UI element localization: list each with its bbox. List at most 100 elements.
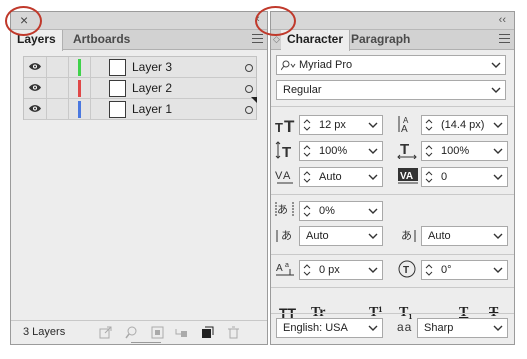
target-circle-icon[interactable] [245,64,253,72]
aki-right-value: Auto [428,230,451,242]
layer-color-bar [78,80,81,97]
rotation-icon: T [398,260,416,278]
svg-text:あ: あ [277,203,288,216]
column-divider [46,78,47,99]
vertical-scale-field[interactable]: 100% [299,141,383,161]
rotation-field[interactable]: 0° [421,260,508,280]
tsume-field[interactable]: 0% [299,201,383,221]
divider [271,287,514,288]
kerning-icon: VA [275,170,293,184]
layer-row[interactable]: Layer 2 [24,78,256,99]
visibility-eye-icon[interactable] [29,83,41,92]
font-style-value: Regular [283,84,322,96]
baseline-shift-field[interactable]: 0 px [299,260,383,280]
chevron-down-icon [368,325,378,331]
stepper-icon[interactable] [303,144,311,158]
tracking-field[interactable]: 0 [421,167,508,187]
column-divider [46,99,47,120]
layer-name[interactable]: Layer 3 [132,60,172,74]
baseline-shift-icon: Aa [276,262,294,276]
collapse-icon[interactable]: ‹‹ [499,14,506,26]
aki-right-select[interactable]: Auto [421,226,508,246]
tab-character[interactable]: Character [281,30,351,51]
font-style-select[interactable]: Regular [276,80,506,100]
stepper-icon[interactable] [303,118,311,132]
stepper-icon[interactable] [303,170,311,184]
kerning-field[interactable]: Auto [299,167,383,187]
column-divider [90,99,91,120]
panel-menu-icon[interactable] [252,34,263,43]
leading-icon: AA [398,116,409,133]
layer-count: 3 Layers [23,326,66,338]
layers-panel: × Layers Artboards Layer 3 Layer 2 Layer 1… [10,11,268,345]
svg-text:A: A [276,263,283,274]
chevron-down-icon [368,233,378,239]
antialias-value: Sharp [424,322,454,334]
column-divider [90,57,91,78]
chevron-down-icon [368,208,378,214]
clip-mask-icon[interactable] [151,326,164,339]
font-family-select[interactable]: Myriad Pro [276,55,506,75]
target-circle-icon[interactable] [245,85,253,93]
character-tabrow: ◇ Character Paragraph [271,30,514,51]
leading-value: (14.4 px) [441,119,485,131]
chevron-down-icon [493,174,503,180]
font-family-value: Myriad Pro [299,59,353,71]
stepper-icon[interactable] [425,144,433,158]
search-icon[interactable] [125,326,138,339]
export-icon[interactable] [99,326,112,339]
chevron-down-icon [368,148,378,154]
divider [271,194,514,195]
panel-menu-icon[interactable] [499,34,510,43]
new-layer-icon[interactable] [201,326,214,339]
layer-name[interactable]: Layer 1 [132,102,172,116]
language-value: English: USA [283,322,348,334]
visibility-eye-icon[interactable] [29,62,41,71]
target-circle-icon[interactable] [245,106,253,114]
tab-artboards[interactable]: Artboards [67,30,136,50]
svg-text:VA: VA [400,171,413,182]
character-titlebar[interactable]: ‹‹ [271,12,514,30]
tracking-value: 0 [441,171,448,183]
stepper-icon[interactable] [303,204,311,218]
language-select[interactable]: English: USA [276,318,383,338]
stepper-icon[interactable] [303,263,311,277]
layer-row[interactable]: Layer 1 [24,99,256,120]
annotation-circle [5,6,42,36]
svg-text:A: A [283,170,291,182]
layer-list: Layer 3 Layer 2 Layer 1 [23,56,257,120]
aki-left-select[interactable]: Auto [299,226,383,246]
layer-name[interactable]: Layer 2 [132,81,172,95]
svg-text:V: V [275,170,283,182]
selection-corner-icon [251,97,257,103]
stepper-icon[interactable] [425,263,433,277]
visibility-eye-icon[interactable] [29,104,41,113]
layer-row[interactable]: Layer 3 [24,57,256,78]
kerning-value: Auto [319,171,342,183]
sublayer-icon[interactable] [175,326,188,339]
layers-footer: 3 Layers [11,320,267,344]
vertical-scale-icon: T [275,141,291,159]
annotation-circle [255,6,296,36]
tsume-value: 0% [319,205,335,217]
column-divider [90,78,91,99]
stepper-icon[interactable] [425,118,433,132]
chevron-down-icon [493,122,503,128]
resize-grip[interactable] [131,342,161,345]
font-size-field[interactable]: 12 px [299,115,383,135]
leading-field[interactable]: (14.4 px) [421,115,508,135]
delete-icon[interactable] [227,326,240,339]
layers-titlebar[interactable]: × [11,12,267,30]
stepper-icon[interactable] [425,170,433,184]
character-panel: ‹‹ ◇ Character Paragraph Myriad Pro Regu… [270,11,515,345]
svg-text:T: T [403,265,409,276]
aki-left-icon: あ [276,229,292,242]
svg-text:A: A [401,124,408,133]
layer-thumbnail [109,80,126,97]
horizontal-scale-field[interactable]: 100% [421,141,508,161]
antialias-select[interactable]: Sharp [417,318,508,338]
rotation-value: 0° [441,264,452,276]
column-divider [68,99,69,120]
tab-paragraph[interactable]: Paragraph [345,30,416,50]
layer-thumbnail [109,101,126,118]
